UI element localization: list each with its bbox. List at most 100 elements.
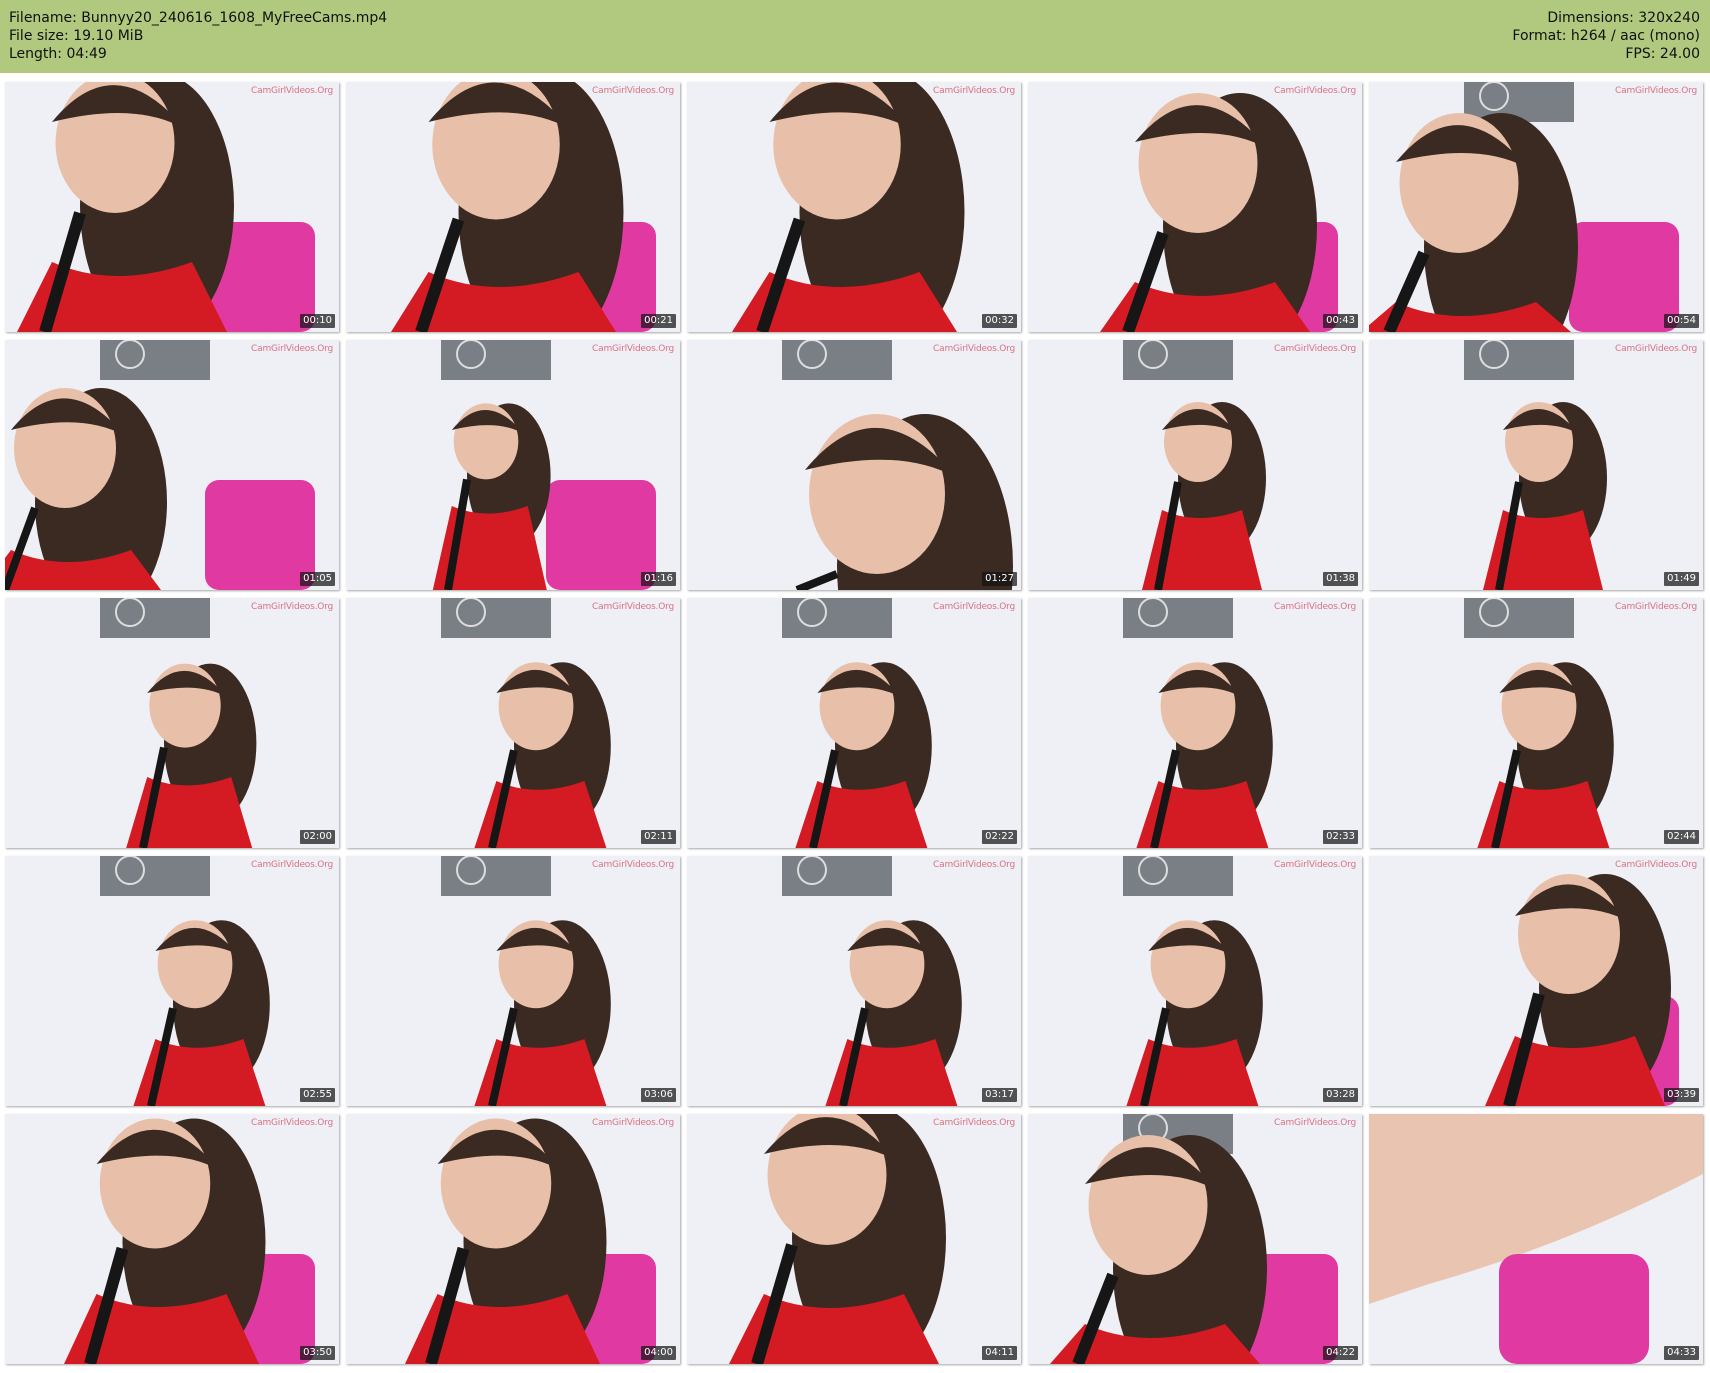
timestamp-label: 00:32 [982,314,1017,328]
timestamp-label: 01:38 [1323,572,1358,586]
watermark-text: CamGirlVideos.Org [1615,860,1697,870]
thumbnail-frame-image [1028,340,1362,590]
thumbnail-frame-image [346,856,680,1106]
video-thumbnail: CamGirlVideos.Org 00:54 [1369,82,1703,332]
thumbnail-grid: CamGirlVideos.Org 00:10 CamGirlVideos.Org 0… [5,82,1703,1364]
meta-left: Filename: Bunnyy20_240616_1608_MyFreeCam… [9,9,387,63]
timestamp-label: 01:05 [300,572,335,586]
thumbnail-frame-image [1028,598,1362,848]
thumbnail-frame-image [1369,340,1703,590]
timestamp-label: 01:49 [1664,572,1699,586]
timestamp-label: 02:44 [1664,830,1699,844]
timestamp-label: 04:33 [1664,1346,1699,1360]
timestamp-label: 03:50 [300,1346,335,1360]
watermark-text: CamGirlVideos.Org [1274,602,1356,612]
thumbnail-frame-image [1369,1114,1703,1364]
video-thumbnail: 04:33 [1369,1114,1703,1364]
thumbnail-frame-image [5,598,339,848]
watermark-text: CamGirlVideos.Org [1615,602,1697,612]
thumbnail-frame-image [687,856,1021,1106]
video-thumbnail: CamGirlVideos.Org 01:49 [1369,340,1703,590]
timestamp-label: 04:22 [1323,1346,1358,1360]
timestamp-label: 02:11 [641,830,676,844]
thumbnail-frame-image [1028,82,1362,332]
watermark-text: CamGirlVideos.Org [1274,1118,1356,1128]
timestamp-label: 00:10 [300,314,335,328]
watermark-text: CamGirlVideos.Org [592,1118,674,1128]
timestamp-label: 01:27 [982,572,1017,586]
watermark-text: CamGirlVideos.Org [592,86,674,96]
thumbnail-frame-image [687,598,1021,848]
watermark-text: CamGirlVideos.Org [933,86,1015,96]
watermark-text: CamGirlVideos.Org [1615,86,1697,96]
timestamp-label: 03:06 [641,1088,676,1102]
thumbnail-frame-image [687,1114,1021,1364]
thumbnail-frame-image [346,340,680,590]
video-thumbnail: CamGirlVideos.Org 00:32 [687,82,1021,332]
video-thumbnail: CamGirlVideos.Org 02:44 [1369,598,1703,848]
thumbnail-frame-image [5,340,339,590]
video-thumbnail: CamGirlVideos.Org 02:22 [687,598,1021,848]
timestamp-label: 02:55 [300,1088,335,1102]
timestamp-label: 00:43 [1323,314,1358,328]
timestamp-label: 02:22 [982,830,1017,844]
video-thumbnail: CamGirlVideos.Org 04:00 [346,1114,680,1364]
timestamp-label: 02:33 [1323,830,1358,844]
watermark-text: CamGirlVideos.Org [933,1118,1015,1128]
video-thumbnail: CamGirlVideos.Org 03:17 [687,856,1021,1106]
thumbnail-frame-image [346,598,680,848]
thumbnail-frame-image [1369,856,1703,1106]
thumbnail-frame-image [5,1114,339,1364]
watermark-text: CamGirlVideos.Org [251,344,333,354]
video-thumbnail: CamGirlVideos.Org 02:33 [1028,598,1362,848]
fps-text: FPS: 24.00 [1625,46,1700,62]
watermark-text: CamGirlVideos.Org [933,602,1015,612]
meta-right: Dimensions: 320x240 Format: h264 / aac (… [1512,9,1700,63]
watermark-text: CamGirlVideos.Org [933,860,1015,870]
filesize-text: File size: 19.10 MiB [9,28,144,44]
timestamp-label: 04:00 [641,1346,676,1360]
watermark-text: CamGirlVideos.Org [251,1118,333,1128]
watermark-text: CamGirlVideos.Org [933,344,1015,354]
dimensions-text: Dimensions: 320x240 [1547,10,1700,26]
timestamp-label: 03:28 [1323,1088,1358,1102]
watermark-text: CamGirlVideos.Org [1615,344,1697,354]
video-thumbnail: CamGirlVideos.Org 01:05 [5,340,339,590]
thumbnail-frame-image [5,82,339,332]
video-thumbnail: CamGirlVideos.Org 00:43 [1028,82,1362,332]
timestamp-label: 03:17 [982,1088,1017,1102]
video-thumbnail: CamGirlVideos.Org 01:38 [1028,340,1362,590]
filename-text: Filename: Bunnyy20_240616_1608_MyFreeCam… [9,10,388,26]
video-thumbnail: CamGirlVideos.Org 03:39 [1369,856,1703,1106]
watermark-text: CamGirlVideos.Org [592,602,674,612]
video-thumbnail: CamGirlVideos.Org 00:10 [5,82,339,332]
watermark-text: CamGirlVideos.Org [1274,344,1356,354]
video-thumbnail: CamGirlVideos.Org 02:00 [5,598,339,848]
video-thumbnail: CamGirlVideos.Org 04:11 [687,1114,1021,1364]
timestamp-label: 03:39 [1664,1088,1699,1102]
watermark-text: CamGirlVideos.Org [1274,860,1356,870]
timestamp-label: 04:11 [982,1346,1017,1360]
timestamp-label: 00:54 [1664,314,1699,328]
video-thumbnail: CamGirlVideos.Org 04:22 [1028,1114,1362,1364]
video-thumbnail: CamGirlVideos.Org 01:27 [687,340,1021,590]
thumbnail-frame-image [687,82,1021,332]
watermark-text: CamGirlVideos.Org [1274,86,1356,96]
format-text: Format: h264 / aac (mono) [1512,28,1700,44]
thumbnail-frame-image [1369,82,1703,332]
watermark-text: CamGirlVideos.Org [592,860,674,870]
video-thumbnail: CamGirlVideos.Org 03:50 [5,1114,339,1364]
thumbnail-frame-image [1028,1114,1362,1364]
video-thumbnail: CamGirlVideos.Org 03:06 [346,856,680,1106]
timestamp-label: 02:00 [300,830,335,844]
video-thumbnail: CamGirlVideos.Org 02:55 [5,856,339,1106]
video-thumbnail: CamGirlVideos.Org 03:28 [1028,856,1362,1106]
watermark-text: CamGirlVideos.Org [592,344,674,354]
watermark-text: CamGirlVideos.Org [251,602,333,612]
thumbnail-frame-image [346,82,680,332]
length-text: Length: 04:49 [9,46,107,62]
info-header: Filename: Bunnyy20_240616_1608_MyFreeCam… [0,0,1710,73]
timestamp-label: 01:16 [641,572,676,586]
video-thumbnail: CamGirlVideos.Org 00:21 [346,82,680,332]
thumbnail-frame-image [5,856,339,1106]
